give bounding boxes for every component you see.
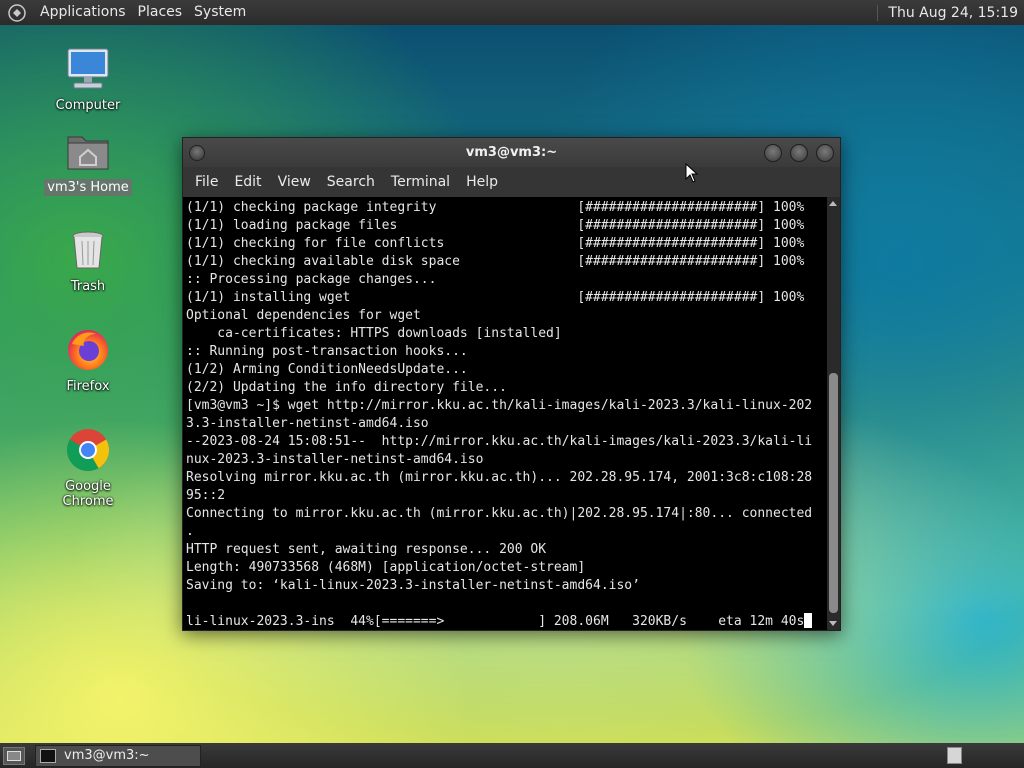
desktop-icon-label: Trash [70, 279, 106, 294]
terminal-window[interactable]: vm3@vm3:~ File Edit View Search Terminal… [182, 137, 841, 631]
desktop-icon-home[interactable]: vm3's Home [38, 127, 138, 196]
desktop-icon-firefox[interactable]: Firefox [38, 326, 138, 395]
home-folder-icon [67, 136, 109, 170]
workspace-switcher[interactable] [947, 747, 962, 764]
trash-icon [72, 231, 104, 269]
places-menu[interactable]: Places [132, 0, 189, 25]
terminal-line: nux-2023.3-installer-netinst-amd64.iso [186, 452, 484, 467]
terminal-line: Connecting to mirror.kku.ac.th (mirror.k… [186, 506, 813, 521]
desktop-icon-label: vm3's Home [44, 179, 132, 196]
terminal-line: . [186, 524, 194, 539]
menu-terminal[interactable]: Terminal [383, 167, 458, 197]
terminal-icon [40, 748, 56, 763]
clock[interactable]: Thu Aug 24, 15:19 [877, 4, 1018, 21]
menu-view[interactable]: View [270, 167, 319, 197]
mouse-pointer-icon [685, 163, 699, 183]
applications-menu[interactable]: Applications [34, 0, 132, 25]
taskbar-item-label: vm3@vm3:~ [64, 748, 150, 763]
desktop-icon-trash[interactable]: Trash [38, 226, 138, 295]
terminal-line: (1/1) checking for file conflicts [#####… [186, 236, 805, 251]
menu-file[interactable]: File [187, 167, 226, 197]
desktop-icon-label: Google Chrome [62, 479, 114, 509]
close-button[interactable] [816, 143, 834, 162]
menu-edit[interactable]: Edit [226, 167, 269, 197]
desktop-icon-label: Computer [55, 98, 121, 113]
menu-search[interactable]: Search [319, 167, 383, 197]
terminal-line: Resolving mirror.kku.ac.th (mirror.kku.a… [186, 470, 813, 485]
terminal-line: 3.3-installer-netinst-amd64.iso [186, 416, 429, 431]
scroll-up-icon[interactable] [829, 201, 837, 206]
terminal-line: Optional dependencies for wget [186, 308, 421, 323]
terminal-line: (1/2) Arming ConditionNeedsUpdate... [186, 362, 468, 377]
terminal-menubar: File Edit View Search Terminal Help [183, 167, 840, 197]
top-panel: Applications Places System Thu Aug 24, 1… [0, 0, 1024, 25]
terminal-line: (1/1) checking available disk space [###… [186, 254, 805, 269]
firefox-icon [68, 330, 108, 370]
window-title: vm3@vm3:~ [465, 145, 558, 160]
terminal-line: (1/1) installing wget [#################… [186, 290, 805, 305]
kali-logo-icon[interactable] [6, 2, 28, 24]
terminal-line: [vm3@vm3 ~]$ wget http://mirror.kku.ac.t… [186, 398, 813, 413]
terminal-line: (1/1) loading package files [###########… [186, 218, 805, 233]
chrome-icon [66, 429, 110, 472]
desktop-icon-computer[interactable]: Computer [38, 45, 138, 114]
window-titlebar[interactable]: vm3@vm3:~ [183, 138, 840, 167]
terminal-line: --2023-08-24 15:08:51-- http://mirror.kk… [186, 434, 813, 449]
terminal-line: Saving to: ‘kali-linux-2023.3-installer-… [186, 578, 640, 593]
terminal-line: :: Processing package changes... [186, 272, 437, 287]
terminal-line: 95::2 [186, 488, 226, 503]
scroll-down-icon[interactable] [829, 621, 837, 626]
window-menu-icon[interactable] [189, 144, 205, 161]
scrollbar-thumb[interactable] [829, 373, 838, 613]
maximize-button[interactable] [790, 143, 808, 162]
terminal-line: (2/2) Updating the info directory file..… [186, 380, 507, 395]
terminal-line: :: Running post-transaction hooks... [186, 344, 468, 359]
bottom-panel: vm3@vm3:~ [0, 743, 1024, 768]
terminal-line: ca-certificates: HTTPS downloads [instal… [186, 326, 562, 341]
terminal-cursor [804, 613, 813, 628]
terminal-line: li-linux-2023.3-ins 44%[=======> ] 208.0… [186, 613, 827, 630]
show-desktop-button[interactable] [3, 746, 25, 765]
menu-help[interactable]: Help [458, 167, 506, 197]
desktop-icon-label: Firefox [66, 379, 110, 394]
desktop-icon [7, 750, 21, 761]
system-menu[interactable]: System [188, 0, 252, 25]
minimize-button[interactable] [764, 143, 782, 162]
desktop-icon-chrome[interactable]: Google Chrome [38, 426, 138, 510]
terminal-line: Length: 490733568 (468M) [application/oc… [186, 560, 586, 575]
computer-icon [67, 48, 109, 89]
terminal-output[interactable]: (1/1) checking package integrity [######… [183, 197, 827, 630]
terminal-line: (1/1) checking package integrity [######… [186, 200, 805, 215]
taskbar-item-terminal[interactable]: vm3@vm3:~ [35, 744, 201, 767]
terminal-scrollbar[interactable] [827, 197, 840, 630]
terminal-line: HTTP request sent, awaiting response... … [186, 542, 547, 557]
